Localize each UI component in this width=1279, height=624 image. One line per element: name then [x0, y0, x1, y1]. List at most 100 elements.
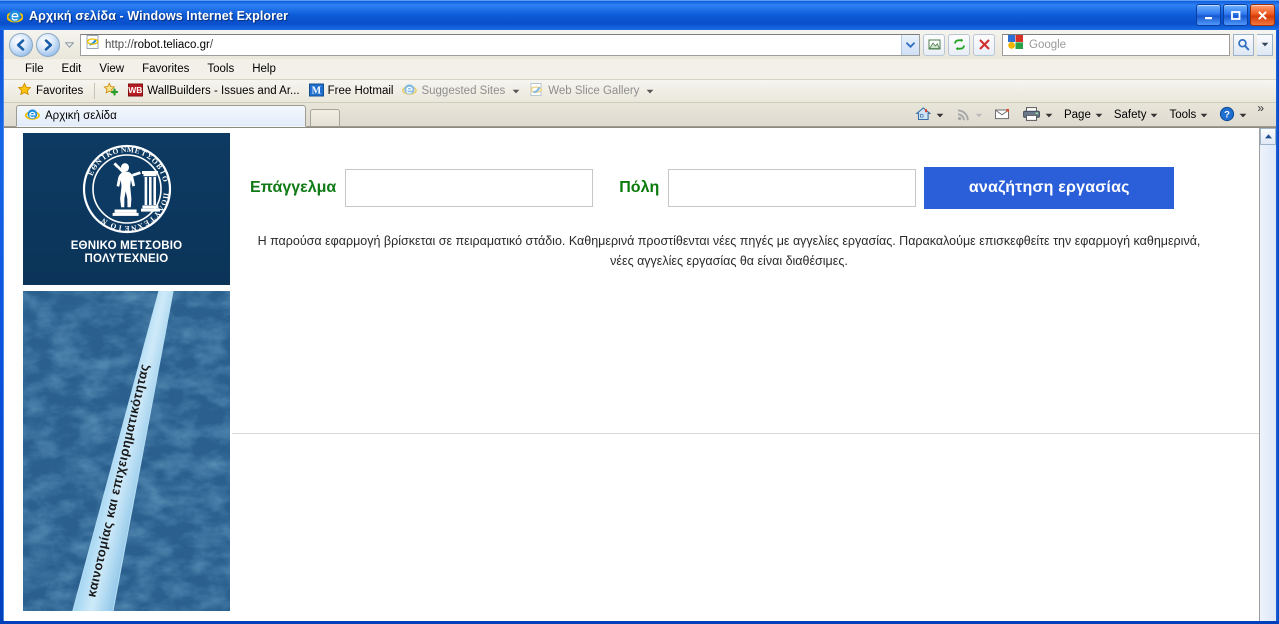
- svg-text:?: ?: [1224, 109, 1230, 120]
- job-search-input[interactable]: [345, 169, 594, 207]
- favorites-bar: Favorites WB WallBuilders - Issues and A…: [4, 80, 1276, 103]
- ie-page-icon: [529, 82, 544, 100]
- tools-menu-label: Tools: [1169, 109, 1197, 121]
- address-url-domain: robot.teliaco.gr: [133, 38, 210, 51]
- ntua-logo-block: Ε Θ Ν Ι Κ Ο Ν Μ Ε Τ Σ Ο Β Ι Ο Π Ο Λ Υ Τ …: [23, 133, 230, 285]
- favorites-button-label: Favorites: [36, 85, 84, 97]
- search-input[interactable]: Google: [1002, 33, 1230, 56]
- home-icon: [915, 106, 932, 125]
- chevron-down-icon[interactable]: [1095, 109, 1103, 121]
- favorites-item-wallbuilders[interactable]: WB WallBuilders - Issues and Ar...: [125, 82, 305, 101]
- content-divider: [232, 433, 1259, 434]
- back-arrow-icon[interactable]: [9, 32, 33, 57]
- ntua-logo-line1: ΕΘΝΙΚΟ ΜΕΤΣΟΒΙΟ: [70, 240, 183, 252]
- chevron-down-icon[interactable]: [646, 85, 654, 97]
- favorites-button[interactable]: Favorites: [14, 81, 89, 101]
- chevron-down-icon[interactable]: [1150, 109, 1158, 121]
- address-dropdown-chevron-down-icon[interactable]: [901, 34, 919, 55]
- help-icon: ?: [1219, 106, 1235, 125]
- feeds-button[interactable]: [950, 104, 988, 127]
- menu-item-tools[interactable]: Tools: [198, 61, 243, 77]
- command-bar: Page Safety Tools ? »: [910, 101, 1276, 127]
- address-bar[interactable]: http://robot.teliaco.gr/: [80, 33, 920, 56]
- browser-window: Αρχική σελίδα - Windows Internet Explore…: [0, 0, 1279, 624]
- ie-logo-icon: [7, 8, 23, 24]
- page-menu-label: Page: [1063, 109, 1091, 121]
- chevron-down-icon[interactable]: [1200, 109, 1208, 121]
- web-page-content: Ε Θ Ν Ι Κ Ο Ν Μ Ε Τ Σ Ο Β Ι Ο Π Ο Λ Υ Τ …: [4, 128, 1259, 621]
- address-url-text: http://robot.teliaco.gr/: [105, 38, 214, 51]
- banner-texture: καινοτομίας και επιχειρηματικότητας: [23, 291, 230, 611]
- hotmail-icon: M: [308, 83, 324, 100]
- innovation-banner-image: καινοτομίας και επιχειρηματικότητας: [23, 291, 230, 611]
- ie-page-icon: [85, 34, 101, 55]
- chevron-down-icon[interactable]: [512, 85, 520, 97]
- tab-bar: Αρχική σελίδα Page Safety Tools ? »: [4, 101, 1276, 127]
- ntua-logo-text: ΕΘΝΙΚΟ ΜΕΤΣΟΒΙΟ ΠΟΛΥΤΕΧΝΕΙΟ: [71, 240, 183, 266]
- job-field-label: Επάγγελμα: [250, 179, 337, 196]
- minimize-button[interactable]: [1196, 4, 1221, 26]
- tools-menu-button[interactable]: Tools: [1164, 107, 1213, 123]
- search-jobs-button[interactable]: αναζήτηση εργασίας: [924, 167, 1175, 209]
- mail-button[interactable]: [989, 105, 1016, 126]
- command-bar-overflow-button[interactable]: »: [1253, 101, 1268, 115]
- search-go-magnifier-icon[interactable]: [1233, 33, 1254, 56]
- favorites-item-label: Free Hotmail: [327, 85, 394, 97]
- job-search-form: Επάγγελμα Πόλη αναζήτηση εργασίας: [250, 128, 1245, 209]
- browser-chrome: http://robot.teliaco.gr/ Google File Edi…: [3, 30, 1276, 621]
- ie-page-icon: [402, 82, 418, 100]
- chevron-down-icon[interactable]: [1239, 109, 1247, 121]
- scroll-up-icon[interactable]: [1260, 128, 1276, 145]
- help-button[interactable]: ?: [1214, 104, 1252, 127]
- favorites-item-label: Suggested Sites: [421, 85, 506, 97]
- experimental-notice-text: Η παρούσα εφαρμογή βρίσκεται σε πειραματ…: [257, 234, 1201, 268]
- compatibility-view-icon[interactable]: [923, 33, 945, 56]
- stop-icon[interactable]: [973, 33, 995, 56]
- city-field-label: Πόλη: [619, 179, 660, 196]
- menu-item-favorites[interactable]: Favorites: [133, 61, 198, 77]
- ie-page-icon: [24, 107, 40, 125]
- vertical-scrollbar[interactable]: [1259, 128, 1276, 621]
- refresh-icon[interactable]: [948, 33, 970, 56]
- forward-arrow-icon[interactable]: [36, 32, 60, 57]
- title-bar: Αρχική σελίδα - Windows Internet Explore…: [0, 0, 1279, 30]
- google-logo-icon: [1007, 34, 1025, 55]
- safety-menu-button[interactable]: Safety: [1109, 107, 1164, 123]
- favorites-item-web-slice-gallery[interactable]: Web Slice Gallery: [526, 81, 660, 101]
- favorites-item-suggested-sites[interactable]: Suggested Sites: [399, 81, 526, 101]
- star-icon: [17, 82, 32, 100]
- favorites-item-free-hotmail[interactable]: M Free Hotmail: [306, 82, 400, 101]
- window-controls: [1196, 4, 1275, 26]
- home-button[interactable]: [910, 104, 949, 127]
- city-search-input[interactable]: [668, 169, 917, 207]
- close-button[interactable]: [1250, 4, 1275, 26]
- page-sidebar: Ε Θ Ν Ι Κ Ο Ν Μ Ε Τ Σ Ο Β Ι Ο Π Ο Λ Υ Τ …: [23, 133, 230, 611]
- chevron-down-icon[interactable]: [1045, 109, 1053, 121]
- tab-arxiki-selida[interactable]: Αρχική σελίδα: [16, 105, 306, 127]
- page-menu-button[interactable]: Page: [1059, 107, 1108, 123]
- window-title: Αρχική σελίδα - Windows Internet Explore…: [29, 8, 289, 23]
- tab-label: Αρχική σελίδα: [45, 110, 117, 122]
- menu-item-help[interactable]: Help: [243, 61, 285, 77]
- page-viewport: Ε Θ Ν Ι Κ Ο Ν Μ Ε Τ Σ Ο Β Ι Ο Π Ο Λ Υ Τ …: [4, 127, 1276, 621]
- ntua-seal-icon: Ε Θ Ν Ι Κ Ο Ν Μ Ε Τ Σ Ο Β Ι Ο Π Ο Λ Υ Τ …: [79, 141, 175, 237]
- favorites-item-label: Web Slice Gallery: [548, 85, 640, 97]
- search-options-chevron-down-icon[interactable]: [1257, 33, 1273, 56]
- add-to-favorites-icon[interactable]: [100, 81, 125, 101]
- search-placeholder-text: Google: [1029, 38, 1067, 51]
- menu-item-file[interactable]: File: [16, 61, 53, 77]
- page-main-content: Επάγγελμα Πόλη αναζήτηση εργασίας Η παρο…: [250, 128, 1245, 271]
- maximize-button[interactable]: [1223, 4, 1248, 26]
- menu-item-edit[interactable]: Edit: [53, 61, 91, 77]
- navigation-bar: http://robot.teliaco.gr/ Google: [4, 30, 1276, 59]
- menu-item-view[interactable]: View: [90, 61, 133, 77]
- chevron-down-icon: [975, 109, 983, 121]
- chevron-down-icon[interactable]: [936, 109, 944, 121]
- ntua-logo-line2: ΠΟΛΥΤΕΧΝΕΙΟ: [84, 253, 169, 265]
- recent-pages-chevron-down-icon[interactable]: [63, 33, 75, 57]
- scrollbar-track[interactable]: [1260, 145, 1276, 621]
- new-tab-button[interactable]: [310, 109, 340, 127]
- favorites-item-label: WallBuilders - Issues and Ar...: [147, 85, 300, 97]
- print-button[interactable]: [1017, 104, 1058, 127]
- mail-icon: [994, 107, 1011, 124]
